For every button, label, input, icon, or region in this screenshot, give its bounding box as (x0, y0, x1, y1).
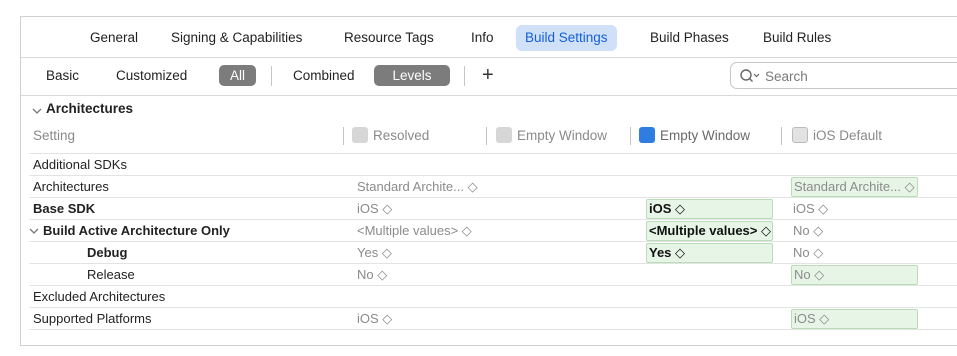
resolved-value: iOS ◇ (357, 201, 393, 216)
chevron-down-icon[interactable] (32, 106, 42, 116)
divider (781, 127, 782, 145)
resolved-value: iOS ◇ (357, 311, 393, 326)
setting-name: Architectures (33, 179, 109, 194)
editor-tab-bar: General Signing & Capabilities Resource … (21, 17, 957, 57)
ios-default-value[interactable]: Standard Archite... ◇ (791, 177, 918, 197)
resolved-value: <Multiple values> ◇ (357, 223, 472, 238)
resolved-value: Standard Archite... ◇ (357, 179, 478, 194)
column-header-label: Empty Window (517, 128, 608, 143)
table-row[interactable]: Base SDK iOS ◇ iOS ◇ iOS ◇ (29, 197, 957, 219)
filter-levels[interactable]: Levels (374, 65, 450, 86)
divider (630, 127, 631, 145)
chevron-down-icon[interactable] (29, 226, 39, 236)
divider (343, 127, 344, 145)
filter-all[interactable]: All (219, 65, 256, 86)
ios-default-icon (792, 127, 808, 143)
project-value[interactable]: iOS ◇ (646, 199, 773, 219)
divider (29, 329, 957, 330)
filter-basic[interactable]: Basic (46, 66, 79, 86)
setting-name: Additional SDKs (33, 157, 127, 172)
build-settings-panel: General Signing & Capabilities Resource … (0, 0, 957, 356)
tab-info[interactable]: Info (462, 25, 503, 51)
tab-build-settings[interactable]: Build Settings (516, 25, 617, 51)
setting-name: Supported Platforms (33, 311, 152, 326)
column-header-label: iOS Default (813, 128, 883, 143)
column-header-resolved: Resolved (352, 125, 429, 147)
project-value[interactable]: Yes ◇ (646, 243, 773, 263)
value-label: <Multiple values> ◇ (649, 223, 771, 238)
filter-combined[interactable]: Combined (293, 66, 355, 86)
resolved-icon (352, 127, 368, 143)
table-row[interactable]: Excluded Architectures (29, 285, 957, 307)
setting-name: Build Active Architecture Only (43, 223, 230, 238)
value-label: iOS ◇ (649, 201, 686, 216)
resolved-value: Yes ◇ (357, 245, 392, 260)
setting-name: Base SDK (33, 201, 96, 216)
resolved-value: No ◇ (357, 267, 388, 282)
ios-default-value: No ◇ (793, 223, 824, 238)
column-header-ios-default: iOS Default (792, 125, 882, 147)
column-header-target: Empty Window (496, 125, 607, 147)
value-label: No ◇ (794, 267, 825, 282)
filter-customized[interactable]: Customized (116, 66, 187, 86)
search-field[interactable] (730, 62, 957, 89)
add-setting-button[interactable]: + (482, 62, 494, 88)
column-header-label: Empty Window (660, 128, 751, 143)
table-row[interactable]: Architectures Standard Archite... ◇ Stan… (29, 175, 957, 197)
setting-name: Debug (87, 245, 128, 260)
tab-general[interactable]: General (81, 25, 147, 51)
ios-default-value: No ◇ (793, 245, 824, 260)
search-input[interactable] (765, 66, 945, 86)
tab-resource-tags[interactable]: Resource Tags (335, 25, 443, 51)
setting-name: Release (87, 267, 135, 282)
project-value[interactable]: <Multiple values> ◇ (646, 221, 773, 241)
table-row[interactable]: Additional SDKs (29, 153, 957, 175)
search-icon (740, 69, 760, 82)
divider (271, 66, 272, 86)
divider (21, 95, 957, 96)
column-header-setting: Setting (33, 128, 76, 143)
filter-bar: Basic Customized All Combined Levels + (21, 57, 957, 95)
column-header-project: Empty Window (639, 125, 750, 147)
divider (486, 127, 487, 145)
tab-build-rules[interactable]: Build Rules (754, 25, 840, 51)
section-title: Architectures (46, 101, 134, 116)
ios-default-value[interactable]: iOS ◇ (791, 309, 918, 329)
target-icon (496, 127, 512, 143)
table-row[interactable]: Supported Platforms iOS ◇ iOS ◇ (29, 307, 957, 329)
panel-border-bottom (20, 345, 957, 346)
value-label: iOS ◇ (794, 311, 830, 326)
divider (464, 66, 465, 86)
ios-default-value[interactable]: No ◇ (791, 265, 918, 285)
value-label: Standard Archite... ◇ (794, 179, 915, 194)
ios-default-value: iOS ◇ (793, 201, 829, 216)
value-label: Yes ◇ (649, 245, 686, 260)
tab-signing-capabilities[interactable]: Signing & Capabilities (162, 25, 311, 51)
tab-build-phases[interactable]: Build Phases (641, 25, 738, 51)
table-row[interactable]: Build Active Architecture Only <Multiple… (29, 219, 957, 241)
column-header-label: Resolved (373, 128, 430, 143)
table-row[interactable]: Debug Yes ◇ Yes ◇ No ◇ (29, 241, 957, 263)
setting-name: Excluded Architectures (33, 289, 166, 304)
table-row[interactable]: Release No ◇ No ◇ (29, 263, 957, 285)
app-store-icon (639, 127, 655, 143)
